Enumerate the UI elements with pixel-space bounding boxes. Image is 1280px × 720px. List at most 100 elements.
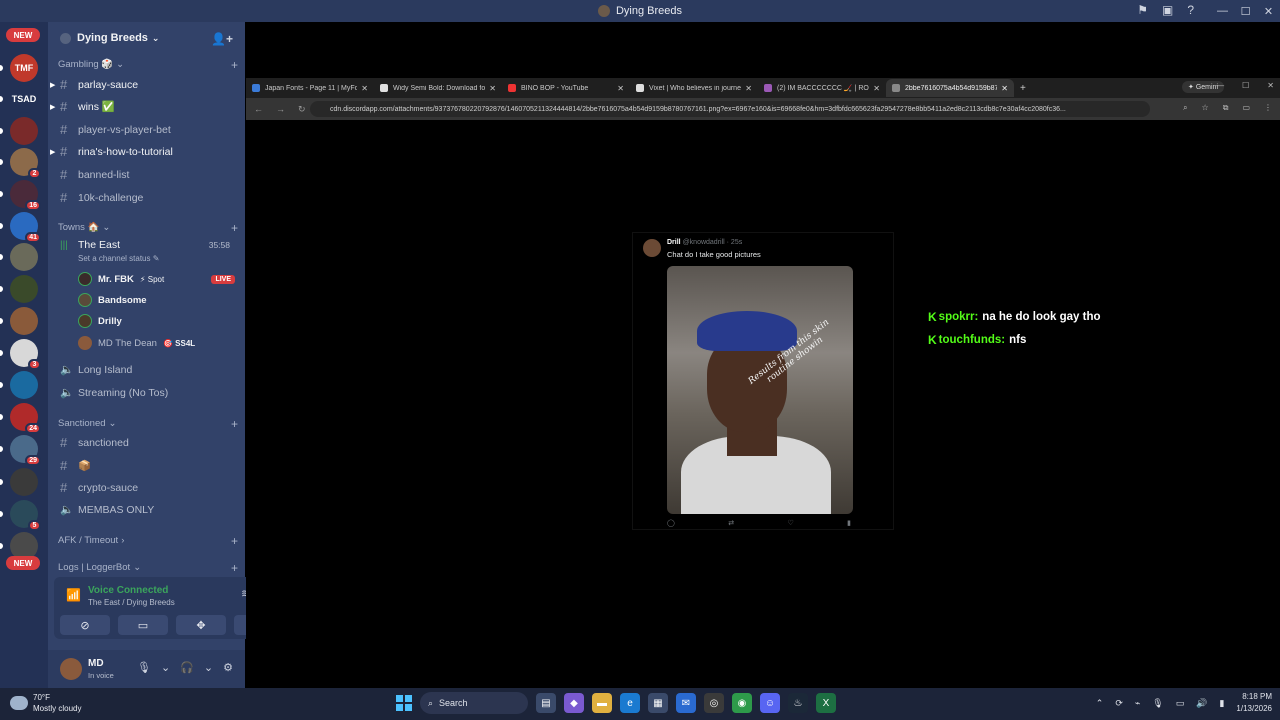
voice-connected-title[interactable]: Voice Connected (88, 585, 168, 596)
server-icon[interactable]: 24 (10, 403, 41, 434)
server-icon[interactable] (10, 307, 38, 335)
server-icon[interactable]: TMF (10, 54, 38, 82)
chevron-up-icon[interactable]: ⌃ (1096, 698, 1104, 709)
gear-icon[interactable]: ⚙ (223, 661, 233, 674)
close-tab-icon[interactable]: ✕ (873, 84, 880, 93)
microphone-icon[interactable]: 🎙 (137, 661, 151, 674)
help-icon[interactable]: ? (1187, 3, 1194, 17)
server-icon[interactable] (10, 117, 38, 145)
avatar[interactable] (60, 658, 82, 680)
chevron-down-icon[interactable]: ⌄ (204, 661, 213, 674)
extensions-icon[interactable]: ⧉ (1223, 103, 1229, 113)
server-icon[interactable]: 2 (10, 148, 41, 179)
sync-icon[interactable]: ⟳ (1115, 698, 1123, 709)
clock[interactable]: 8:18 PM 1/13/2026 (1236, 691, 1272, 715)
steam-icon[interactable]: ♨ (788, 693, 808, 713)
outlook-icon[interactable]: ✉ (676, 693, 696, 713)
back-icon[interactable]: ← (254, 104, 268, 114)
close-button[interactable]: ✕ (1257, 5, 1280, 18)
server-icon[interactable] (10, 275, 38, 303)
address-bar[interactable]: cdn.discordapp.com/attachments/937376780… (310, 101, 1150, 117)
category-afk[interactable]: AFK / Timeout › + (58, 534, 238, 548)
copilot-icon[interactable]: ◆ (564, 693, 584, 713)
chrome-icon[interactable]: ◉ (732, 693, 752, 713)
maximize-button[interactable]: ☐ (1234, 5, 1257, 18)
minimize-button[interactable]: — (1216, 81, 1224, 90)
server-icon[interactable]: 41 (10, 212, 41, 243)
close-tab-icon[interactable]: ✕ (745, 84, 752, 93)
browser-tab[interactable]: BINO BOP - YouTube ✕ (502, 79, 630, 97)
app-icon[interactable]: ◎ (704, 693, 724, 713)
server-icon[interactable]: 5 (10, 500, 41, 531)
microphone-icon[interactable]: 🎙 (1152, 698, 1163, 709)
category-sanctioned[interactable]: Sanctioned ⌄ + (58, 417, 238, 431)
new-tab-button[interactable]: + (1020, 83, 1026, 94)
voice-connected-subtitle[interactable]: The East / Dying Breeds (88, 598, 175, 607)
voice-user-mr-fbk[interactable]: Mr. FBK ⚡ Spot LIVE (78, 272, 238, 286)
stream-view[interactable]: Japan Fonts - Page 11 | MyFonts✕Widy Sem… (246, 22, 1280, 688)
store-icon[interactable]: ▦ (648, 693, 668, 713)
zoom-icon[interactable]: ⌕ (1183, 103, 1187, 113)
minimize-button[interactable]: — (1211, 5, 1234, 17)
chevron-down-icon[interactable]: ⌄ (161, 661, 170, 674)
inbox-icon[interactable]: ⚑ (1137, 3, 1148, 17)
category-gambling[interactable]: Gambling 🎲 ⌄ + (58, 58, 238, 72)
server-icon[interactable]: TSAD (10, 85, 38, 113)
voice-channel-the-east[interactable]: ||| The East 35:58 (60, 239, 240, 251)
weather-widget[interactable]: 70°F Mostly cloudy (10, 692, 81, 714)
screen-share-button[interactable]: ▭ (118, 615, 168, 635)
live-badge[interactable]: LIVE (211, 274, 235, 284)
close-tab-icon[interactable]: ✕ (489, 84, 496, 93)
discord-icon[interactable]: ☺ (760, 693, 780, 713)
voice-user-drilly[interactable]: Drilly (78, 314, 238, 328)
channel-parlay-sauce[interactable]: ▶ # parlay-sauce (50, 77, 240, 92)
activities-button[interactable]: ✥ (176, 615, 226, 635)
volume-icon[interactable]: 🔊 (1196, 698, 1207, 709)
channel-player-vs-player-bet[interactable]: # player-vs-player-bet (60, 122, 240, 137)
split-view-icon[interactable]: ▭ (1242, 103, 1250, 113)
channel-box[interactable]: # 📦 (60, 458, 240, 473)
bookmark-star-icon[interactable]: ☆ (1202, 103, 1209, 113)
browser-tab[interactable]: (2) IM BACCCCCCC 🏒 | ROAD ✕ (758, 79, 886, 97)
server-icon[interactable] (10, 243, 38, 271)
maximize-button[interactable]: ☐ (1242, 81, 1249, 90)
forward-icon[interactable]: → (276, 104, 290, 114)
camera-button[interactable]: ⊘ (60, 615, 110, 635)
invite-people-icon[interactable]: 👤+ (211, 32, 233, 46)
user-name[interactable]: MD (88, 658, 104, 669)
channel-membas-only[interactable]: 🔈 MEMBAS ONLY (60, 503, 240, 517)
voice-channel-long-island[interactable]: 🔈 Long Island (60, 363, 240, 377)
channel-sanctioned[interactable]: # sanctioned (60, 435, 240, 450)
channel-10k-challenge[interactable]: #10k-challenge (60, 190, 240, 205)
channel-status-prompt[interactable]: Set a channel status ✎ (78, 254, 159, 263)
channel-wins[interactable]: ▶ # wins ✅ (50, 99, 240, 114)
screen-icon[interactable]: ▣ (1162, 3, 1173, 17)
channel-crypto-sauce[interactable]: # crypto-sauce (60, 480, 240, 495)
new-unreads-pill[interactable]: NEW (6, 556, 40, 570)
category-towns[interactable]: Towns 🏠 ⌄ + (58, 221, 238, 235)
headphones-icon[interactable]: 🎧 (180, 661, 194, 674)
add-channel-icon[interactable]: + (231, 534, 238, 548)
taskbar-search[interactable]: ⌕ Search (420, 692, 528, 714)
new-unreads-pill[interactable]: NEW (6, 28, 40, 42)
voice-user-bandsome[interactable]: Bandsome (78, 293, 238, 307)
channel-tutorial[interactable]: ▶ # rina's-how-to-tutorial (50, 144, 240, 159)
close-tab-icon[interactable]: ✕ (1001, 84, 1008, 93)
server-icon[interactable] (10, 371, 38, 399)
menu-icon[interactable]: ⋮ (1264, 103, 1272, 113)
close-button[interactable]: ✕ (1267, 81, 1274, 90)
add-channel-icon[interactable]: + (231, 417, 238, 431)
battery-icon[interactable]: ▮ (1219, 698, 1224, 709)
voice-channel-streaming[interactable]: 🔈 Streaming (No Tos) (60, 386, 240, 400)
server-icon[interactable]: 16 (10, 180, 41, 211)
close-tab-icon[interactable]: ✕ (361, 84, 368, 93)
task-view-icon[interactable]: ▤ (536, 693, 556, 713)
server-header[interactable]: Dying Breeds ⌄ 👤+ (48, 22, 245, 54)
add-channel-icon[interactable]: + (231, 561, 238, 575)
browser-tab[interactable]: Japan Fonts - Page 11 | MyFonts✕ (246, 79, 374, 97)
channel-banned-list[interactable]: # banned-list (60, 167, 240, 182)
category-logs[interactable]: Logs | LoggerBot ⌄ + (58, 561, 238, 575)
browser-tab[interactable]: Vixet | Who believes in journey ✕ (630, 79, 758, 97)
voice-user-md-the-dean[interactable]: MD The Dean 🎯 SS4L (78, 336, 238, 350)
start-button[interactable] (396, 695, 412, 711)
